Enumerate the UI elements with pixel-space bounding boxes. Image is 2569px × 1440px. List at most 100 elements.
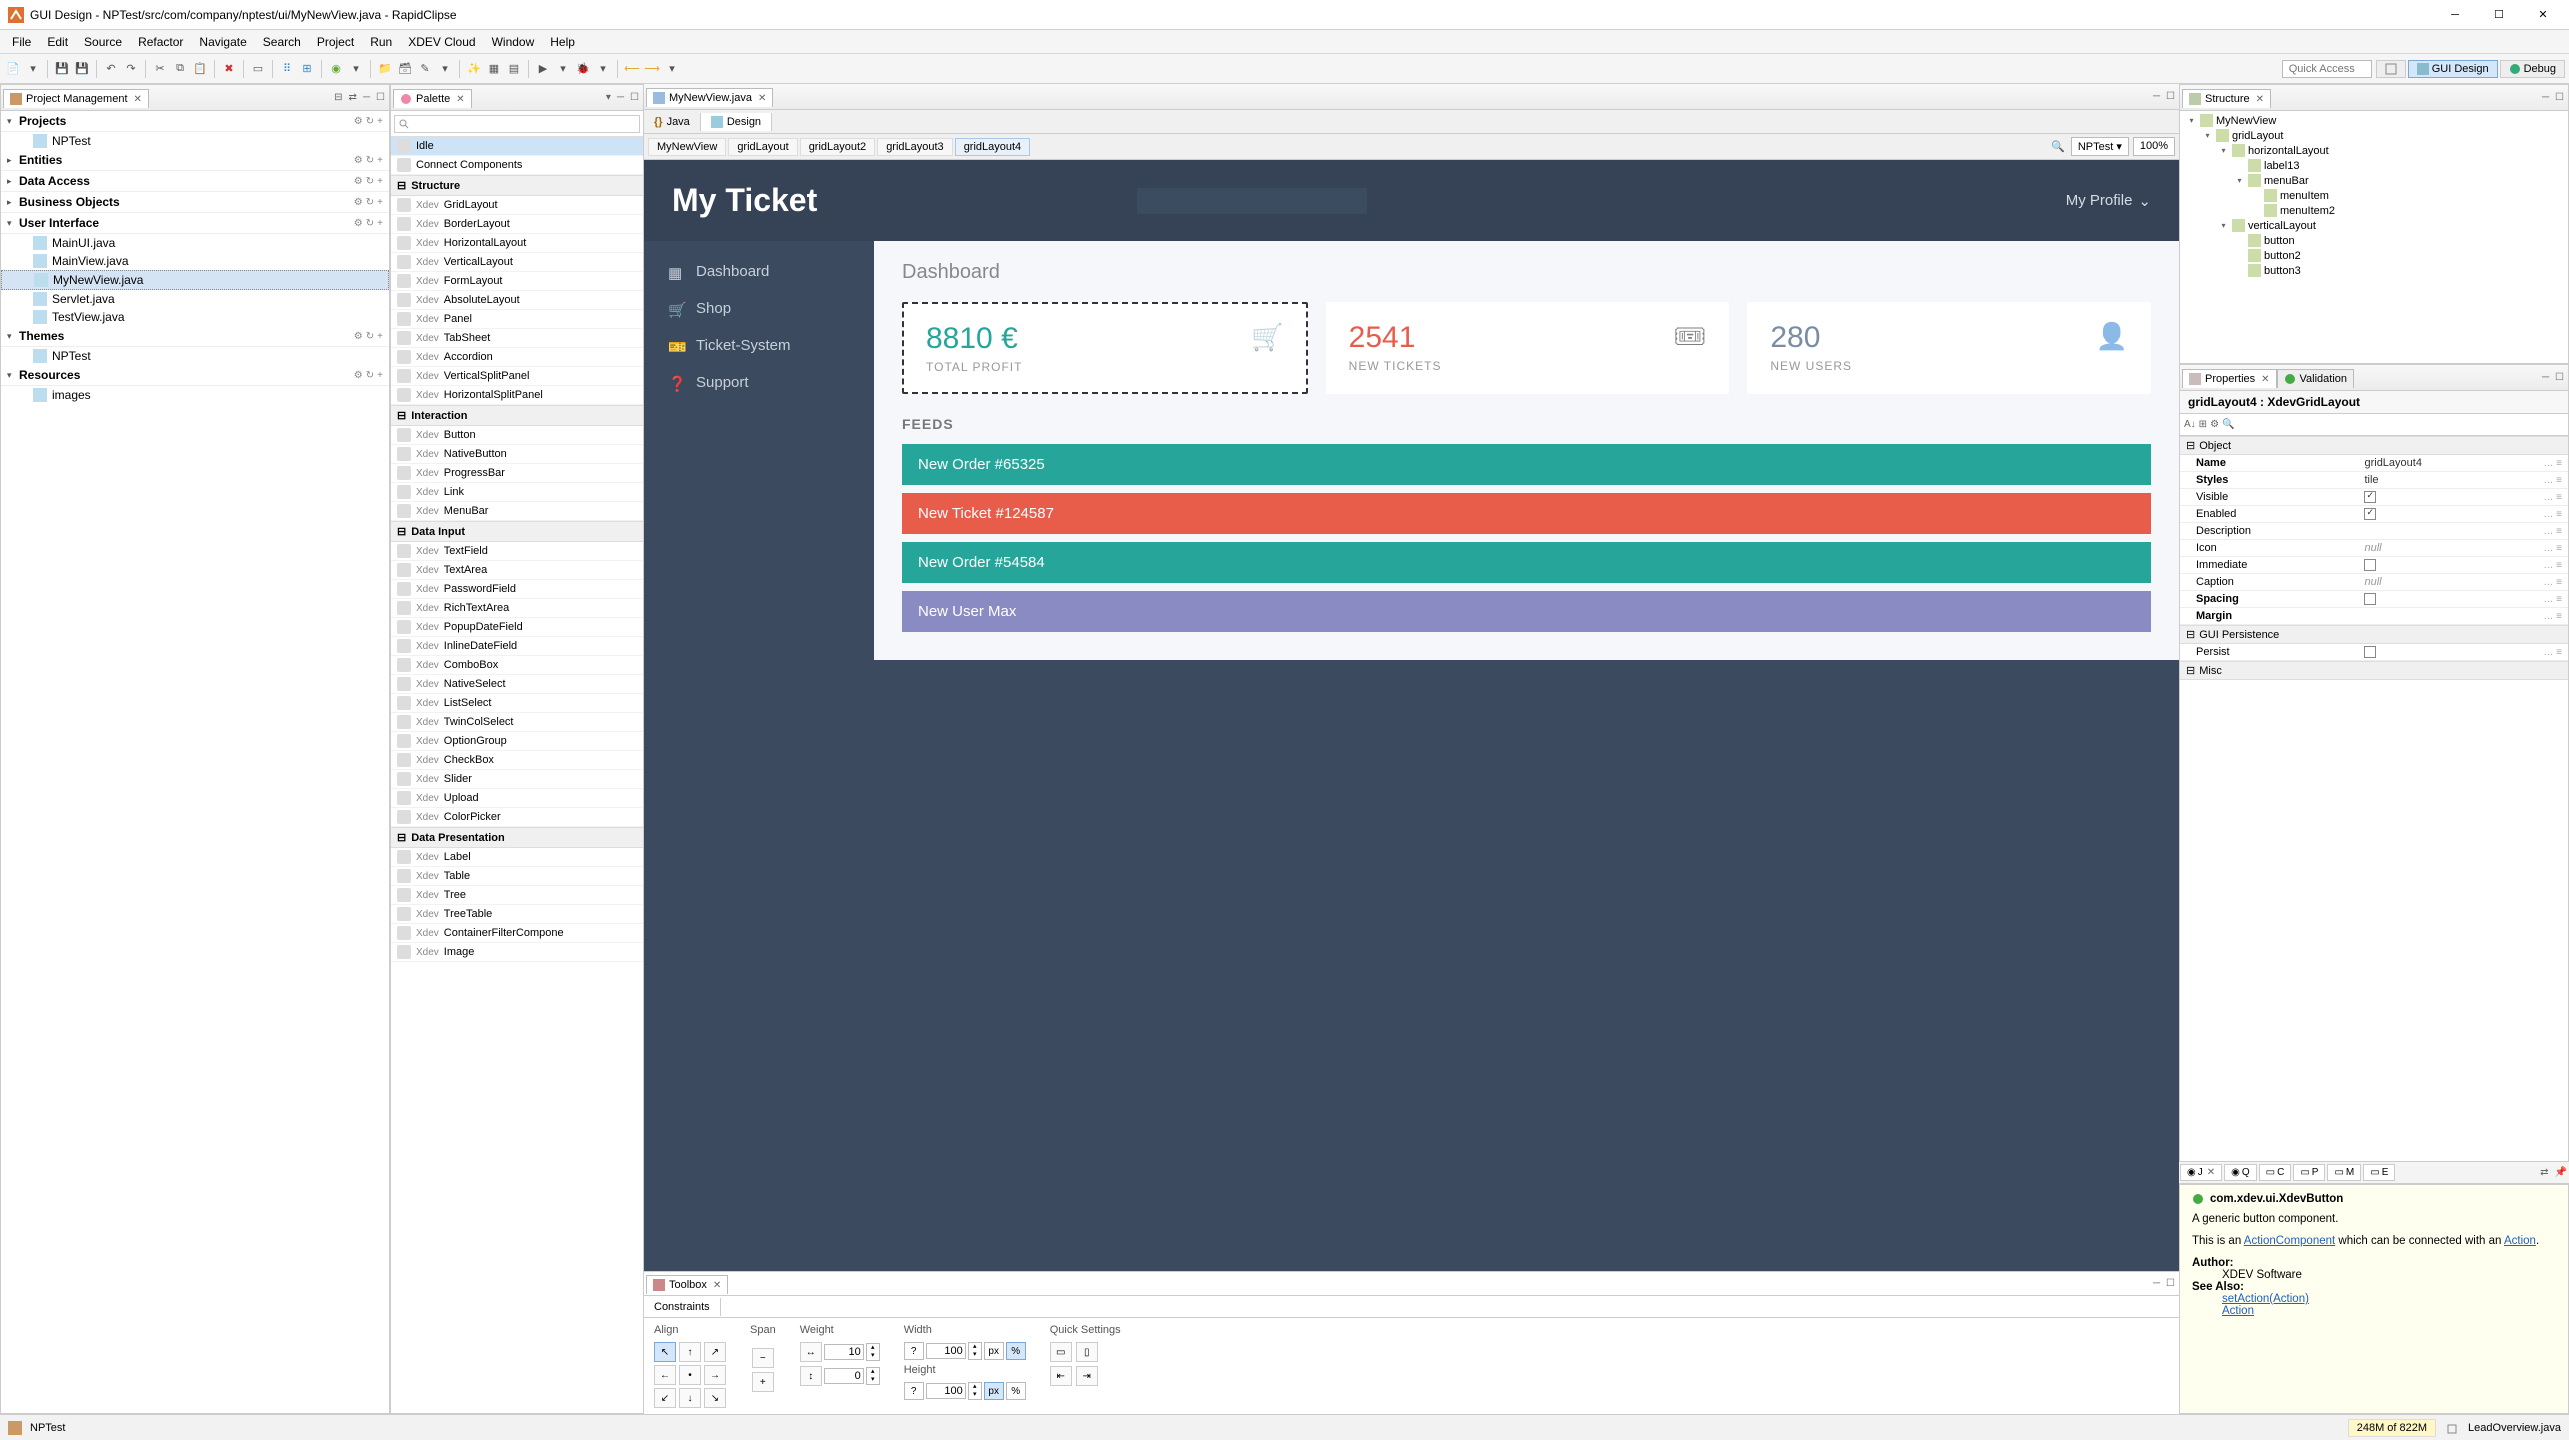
back-icon[interactable]: ⟵ [623,60,641,78]
perspective-gui-design[interactable]: GUI Design [2408,60,2498,78]
checkbox[interactable] [2364,646,2376,658]
close-icon[interactable]: ✕ [456,94,464,105]
property-row[interactable]: NamegridLayout4… ≡ [2180,455,2568,472]
align-tr[interactable]: ↗ [704,1342,726,1362]
designer-canvas[interactable]: My Ticket My Profile ⌄ ▦Dashboard🛒Shop🎫T… [644,160,2179,1271]
feed-item[interactable]: New Ticket #124587 [902,493,2151,534]
trash-icon[interactable] [2446,1422,2458,1434]
collapse-icon[interactable]: ⊟ [2186,664,2195,677]
close-icon[interactable]: ✕ [134,94,142,105]
align-tc[interactable]: ↑ [679,1342,701,1362]
project-management-tab[interactable]: Project Management ✕ [3,89,149,108]
categorize-icon[interactable]: ⊞ [2199,419,2207,430]
more-icon[interactable]: … ≡ [2543,543,2562,554]
sync-icon[interactable]: ⇄ [347,90,359,105]
markers-tab[interactable]: ▭ M [2327,1164,2361,1181]
property-group[interactable]: ⊟Misc [2180,661,2568,680]
grid-guides-icon[interactable]: ⠿ [278,60,296,78]
pm-section-user_interface[interactable]: ▾User Interface⚙↻+ [1,213,389,234]
chevron-down-icon[interactable]: ▾ [594,60,612,78]
pm-item[interactable]: TestView.java [1,308,389,326]
align-tl[interactable]: ↖ [654,1342,676,1362]
save-icon[interactable]: 💾 [53,60,71,78]
more-icon[interactable]: … ≡ [2543,560,2562,571]
add-icon[interactable]: + [377,218,383,229]
width-input[interactable] [926,1343,966,1359]
menu-edit[interactable]: Edit [39,32,76,52]
collapse-icon[interactable]: ⊟ [332,90,344,105]
span-minus[interactable]: − [752,1348,774,1368]
filter-icon[interactable]: 🔍 [2222,419,2234,430]
console-tab[interactable]: ▭ C [2259,1164,2292,1181]
property-row[interactable]: Enabled… ≡ [2180,506,2568,523]
collapse-icon[interactable]: ⊟ [2186,439,2195,452]
close-button[interactable]: ✕ [2525,4,2561,26]
palette-item[interactable]: XdevTextArea [391,561,643,580]
problems-tab[interactable]: ▭ P [2293,1164,2325,1181]
property-row[interactable]: Description… ≡ [2180,523,2568,540]
maximize-icon[interactable]: ☐ [2553,90,2566,105]
add-icon[interactable]: + [377,176,383,187]
menu-refactor[interactable]: Refactor [130,32,191,52]
expand-icon[interactable]: ▾ [2218,221,2229,230]
menu-xdev-cloud[interactable]: XDEV Cloud [400,32,483,52]
palette-item[interactable]: XdevPanel [391,310,643,329]
more-icon[interactable]: … ≡ [2543,526,2562,537]
pm-section-data_access[interactable]: ▸Data Access⚙↻+ [1,171,389,192]
pm-section-projects[interactable]: ▾Projects⚙↻+ [1,111,389,132]
breadcrumb[interactable]: MyNewView [648,138,726,156]
palette-item[interactable]: XdevVerticalLayout [391,253,643,272]
width-auto[interactable]: ? [904,1342,924,1360]
collapse-icon[interactable]: ⊟ [2186,628,2195,641]
tree-row[interactable]: button2 [2182,248,2566,263]
palette-item[interactable]: XdevProgressBar [391,464,643,483]
quick-fill-h[interactable]: ▭ [1050,1342,1072,1362]
breadcrumb[interactable]: gridLayout4 [955,138,1031,156]
expand-icon[interactable]: ▸ [7,197,19,208]
action-icon[interactable]: ⚙ [354,370,363,381]
memory-usage[interactable]: 248M of 822M [2348,1419,2436,1437]
more-icon[interactable]: … ≡ [2543,492,2562,503]
more-icon[interactable]: … ≡ [2543,647,2562,658]
action-icon[interactable]: ⚙ [354,176,363,187]
properties-tab[interactable]: Properties ✕ [2182,369,2277,388]
menu-search[interactable]: Search [255,32,309,52]
weight-v-input[interactable] [824,1368,864,1384]
breadcrumb[interactable]: gridLayout2 [800,138,876,156]
palette-item[interactable]: XdevNativeSelect [391,675,643,694]
link-icon[interactable]: ⇄ [2538,1165,2550,1180]
debug-icon[interactable]: 🐞 [574,60,592,78]
sidenav-item[interactable]: ▦Dashboard [644,253,874,290]
palette-item[interactable]: XdevUpload [391,789,643,808]
refresh-icon[interactable]: ↻ [366,370,374,381]
pm-item[interactable]: NPTest [1,132,389,150]
undo-icon[interactable]: ↶ [102,60,120,78]
breadcrumb[interactable]: gridLayout [728,138,797,156]
palette-item[interactable]: XdevOptionGroup [391,732,643,751]
pm-section-business_objects[interactable]: ▸Business Objects⚙↻+ [1,192,389,213]
palette-item[interactable]: XdevMenuBar [391,502,643,521]
palette-item[interactable]: XdevRichTextArea [391,599,643,618]
action-icon[interactable]: ⚙ [354,218,363,229]
db-icon[interactable]: 🗃 [396,60,414,78]
folder-icon[interactable]: 📁 [376,60,394,78]
pm-item[interactable]: MainUI.java [1,234,389,252]
layout-icon[interactable]: ▦ [485,60,503,78]
add-icon[interactable]: + [377,116,383,127]
tree-row[interactable]: menuItem [2182,188,2566,203]
copy-icon[interactable]: ⧉ [171,60,189,78]
minimize-button[interactable]: ─ [2437,4,2473,26]
close-icon[interactable]: ✕ [2256,94,2264,105]
align-mc[interactable]: • [679,1365,701,1385]
pencil-icon[interactable]: ✎ [416,60,434,78]
toolbox-tab[interactable]: Toolbox ✕ [646,1275,728,1294]
palette-item[interactable]: XdevVerticalSplitPanel [391,367,643,386]
tree-row[interactable]: button3 [2182,263,2566,278]
palette-item[interactable]: XdevInlineDateField [391,637,643,656]
palette-item[interactable]: XdevListSelect [391,694,643,713]
layout2-icon[interactable]: ▤ [505,60,523,78]
close-icon[interactable]: ✕ [2207,1167,2215,1178]
palette-group[interactable]: ⊟Data Presentation [391,827,643,848]
expand-icon[interactable]: ▾ [2186,116,2197,125]
palette-tab[interactable]: Palette ✕ [393,89,472,108]
